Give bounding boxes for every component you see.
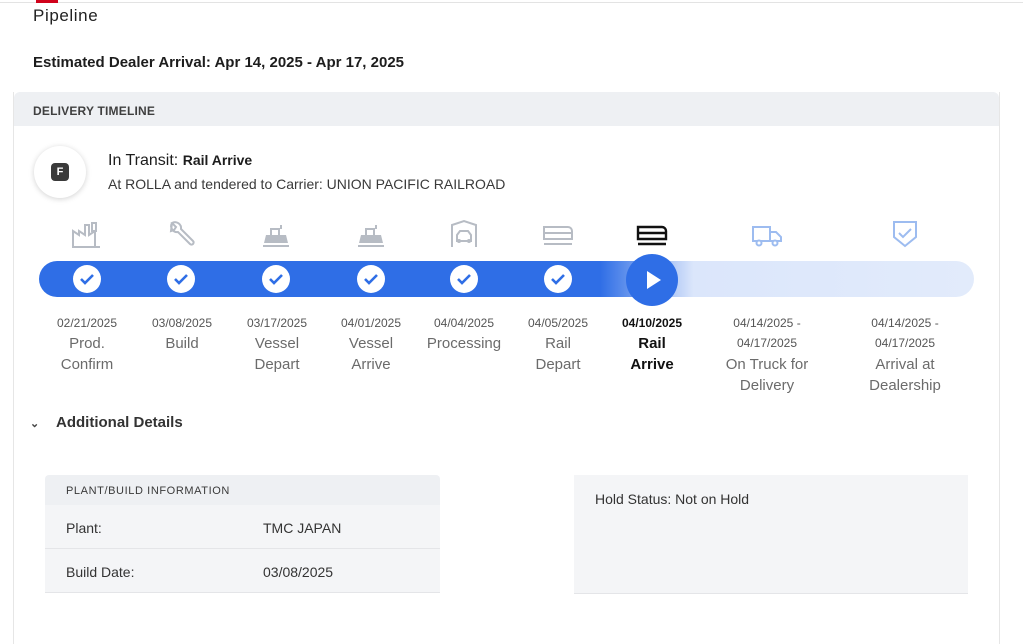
- hold-status-card: Hold Status: Not on Hold: [574, 475, 968, 594]
- additional-details-toggle[interactable]: ⌄ Additional Details: [30, 414, 183, 431]
- brand-accent-mark: [36, 0, 58, 3]
- table-row: Build Date: 03/08/2025: [45, 549, 440, 593]
- stage-complete-check-icon: [450, 265, 478, 293]
- processing-icon: [447, 219, 481, 249]
- stage-label-arrival-dealership: Arrival at Dealership: [869, 356, 941, 394]
- stage-label-rail-arrive: Rail Arrive: [630, 335, 674, 373]
- delivery-timeline-panel: DELIVERY TIMELINE F In Transit: Rail Arr…: [13, 92, 1000, 644]
- top-divider: [0, 2, 1023, 3]
- vessel-depart-icon: [259, 219, 293, 249]
- status-badge: F: [34, 146, 86, 198]
- stage-complete-check-icon: [357, 265, 385, 293]
- chevron-down-icon: ⌄: [30, 418, 40, 430]
- shield-check-icon: [888, 219, 922, 249]
- table-row: Plant: TMC JAPAN: [45, 505, 440, 549]
- plant-build-card: PLANT/BUILD INFORMATION Plant: TMC JAPAN…: [45, 475, 440, 595]
- status-value: Rail Arrive: [182, 152, 253, 168]
- stage-complete-check-icon: [73, 265, 101, 293]
- factory-icon: [70, 219, 104, 249]
- truck-icon: [750, 219, 784, 249]
- build-date-key: Build Date:: [66, 564, 135, 580]
- current-stage-play-icon: [628, 256, 676, 304]
- build-date-value: 03/08/2025: [263, 564, 334, 580]
- stage-label-on-truck: On Truck for Delivery: [725, 356, 809, 394]
- delivery-timeline-header: DELIVERY TIMELINE: [14, 92, 999, 126]
- vessel-arrive-icon: [354, 219, 388, 249]
- plant-value: TMC JAPAN: [263, 520, 342, 536]
- plant-key: Plant:: [66, 520, 102, 536]
- additional-details-label: Additional Details: [56, 414, 183, 431]
- rail-arrive-icon: [635, 219, 669, 249]
- wrench-icon: [164, 219, 198, 249]
- stage-complete-check-icon: [167, 265, 195, 293]
- status-title: In Transit: Rail Arrive: [108, 152, 252, 170]
- plant-build-header: PLANT/BUILD INFORMATION: [45, 475, 440, 505]
- stage-complete-check-icon: [262, 265, 290, 293]
- rail-depart-icon: [541, 219, 575, 249]
- page-title: Pipeline: [33, 6, 99, 25]
- stage-date: 04/14/2025 - 04/17/2025: [733, 316, 801, 350]
- status-detail: At ROLLA and tendered to Carrier: UNION …: [108, 176, 506, 192]
- status-label: In Transit:: [108, 152, 179, 169]
- status-chip: F: [51, 163, 69, 181]
- estimated-dealer-arrival: Estimated Dealer Arrival: Apr 14, 2025 -…: [33, 54, 405, 71]
- hold-status-text: Hold Status: Not on Hold: [595, 491, 750, 507]
- stage-complete-check-icon: [544, 265, 572, 293]
- stage-date: 04/14/2025 - 04/17/2025: [871, 316, 939, 350]
- stage-date-current: 04/10/2025: [621, 316, 683, 330]
